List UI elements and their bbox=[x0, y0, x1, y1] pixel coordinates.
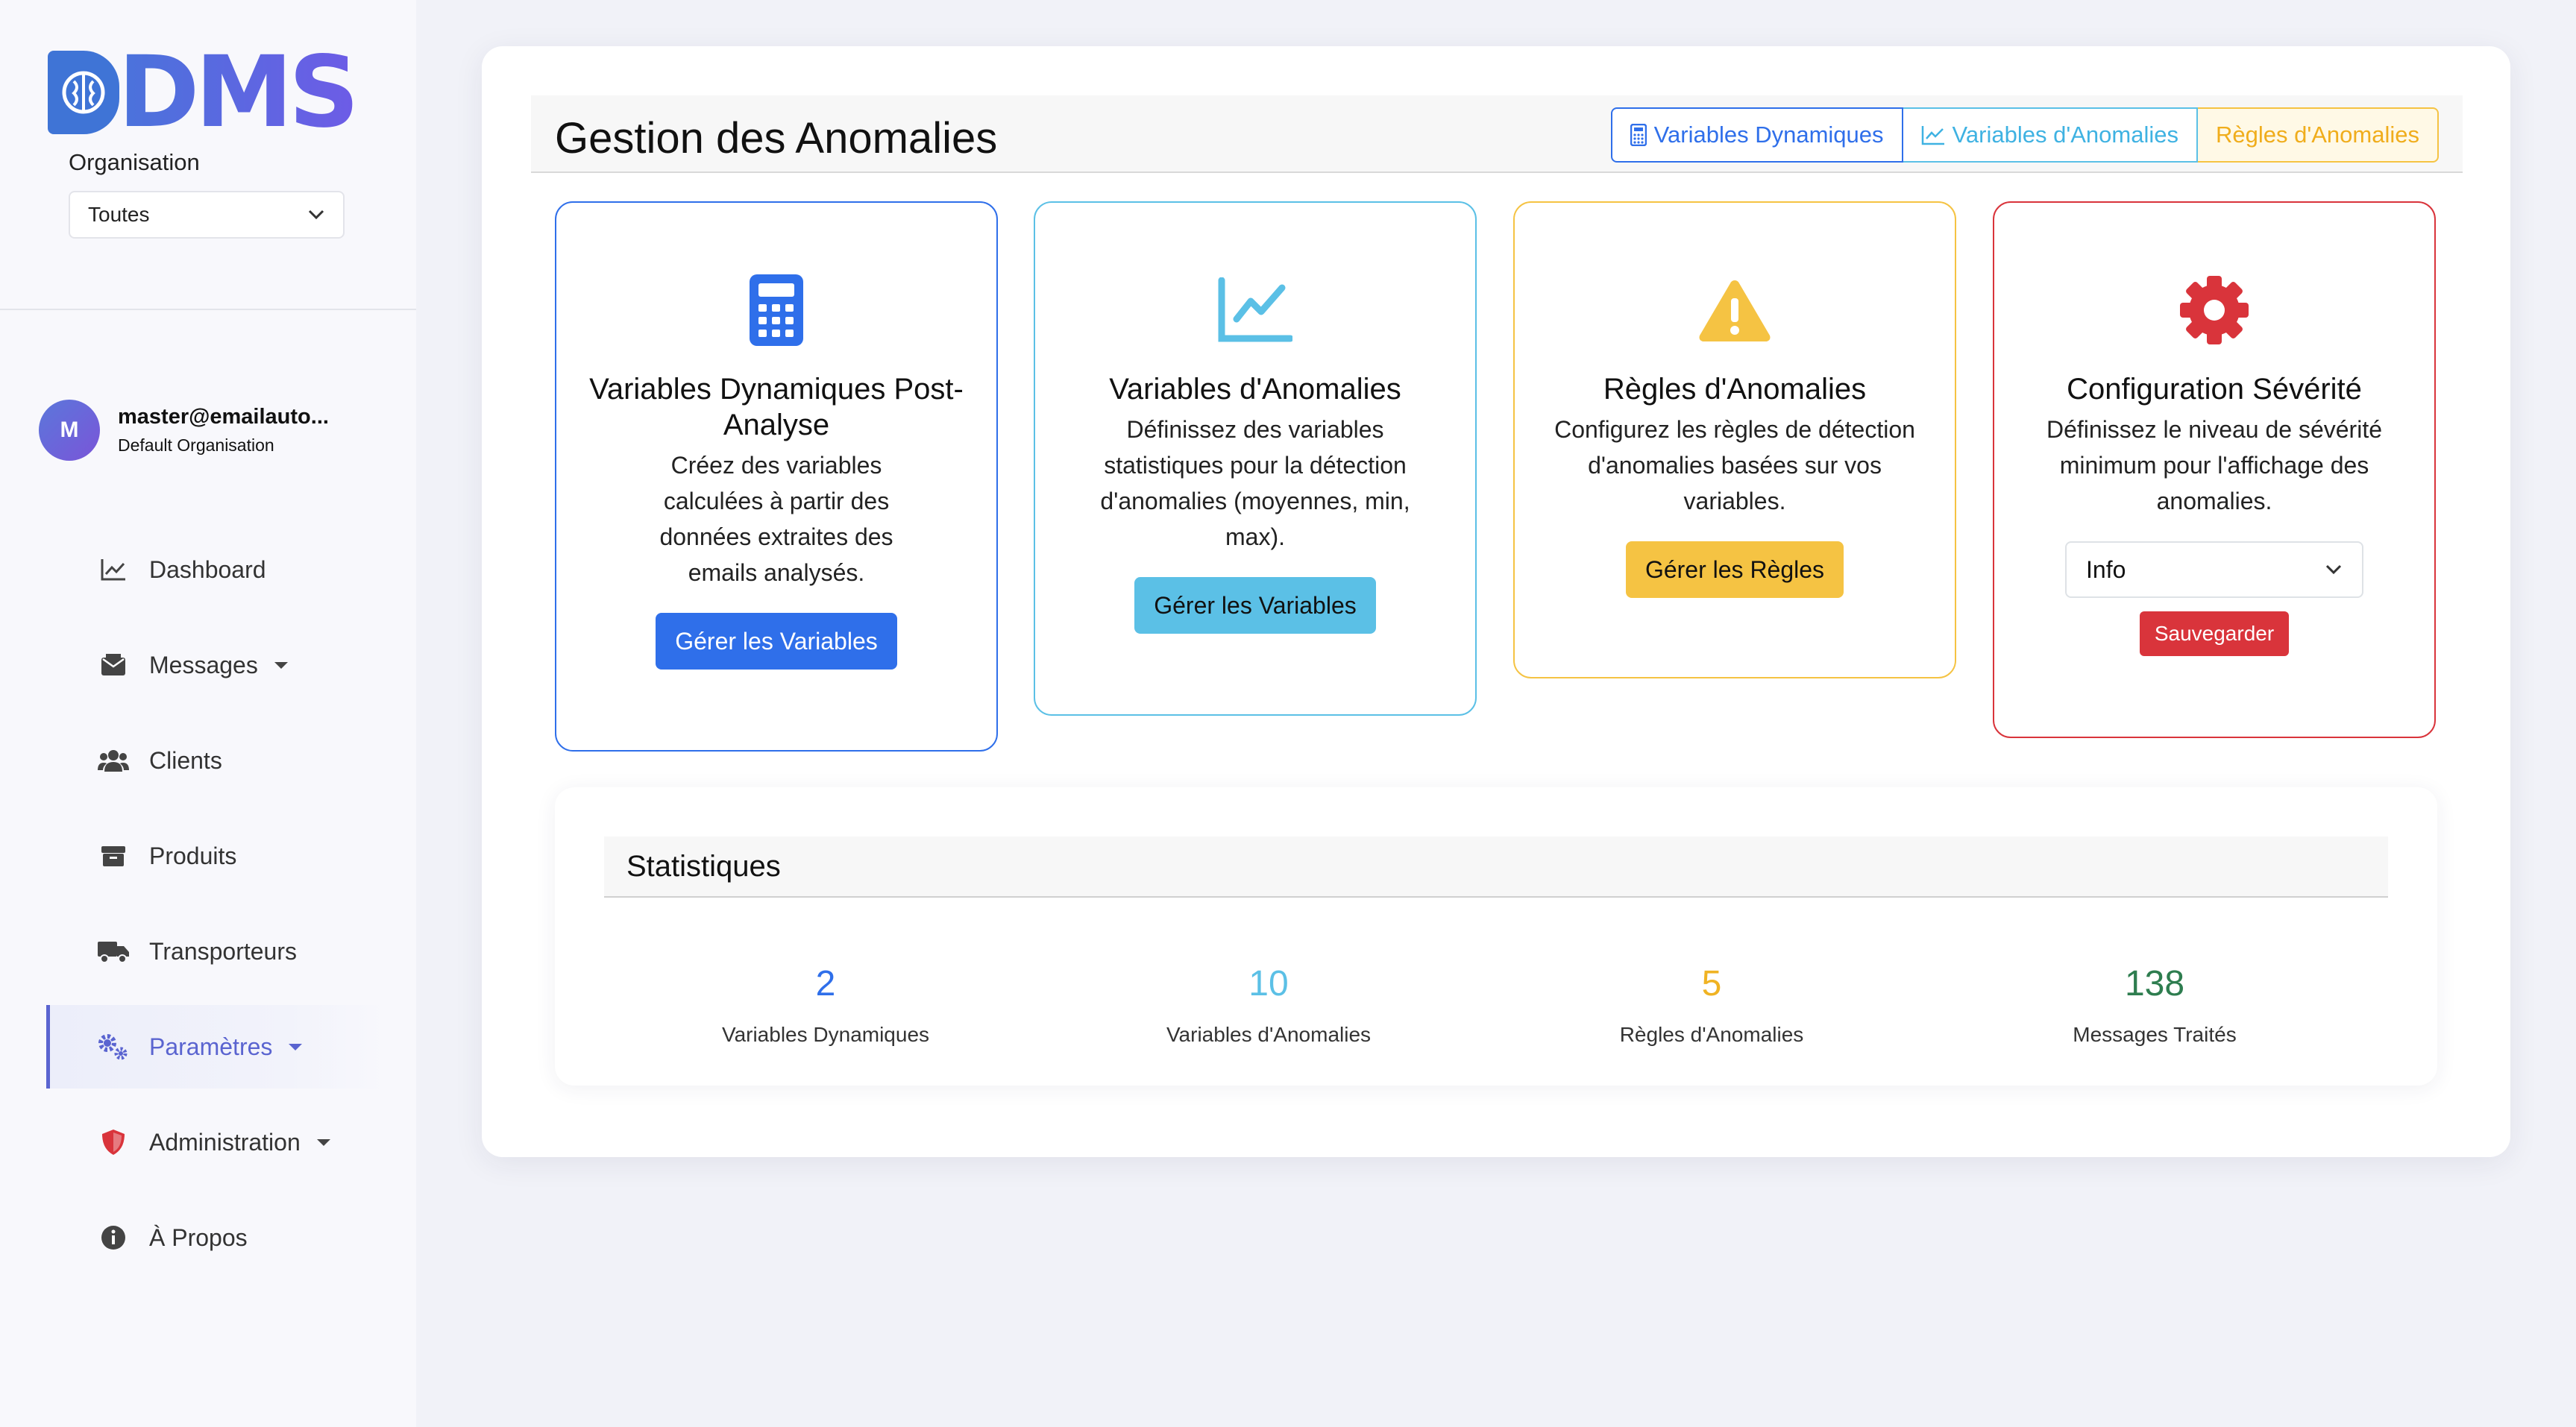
chevron-down-icon bbox=[308, 210, 324, 220]
sidebar-item-label: Produits bbox=[149, 842, 237, 869]
sidebar-item-label: Dashboard bbox=[149, 555, 266, 583]
user-profile[interactable]: M master@emailauto... Default Organisati… bbox=[39, 400, 329, 461]
card-regles-anomalies: Règles d'Anomalies Configurez les règles… bbox=[1513, 201, 1956, 678]
tab-group: Variables Dynamiques Variables d'Anomali… bbox=[1610, 107, 2439, 163]
sidebar-item-messages[interactable]: Messages bbox=[46, 623, 389, 707]
cog-icon bbox=[2178, 273, 2250, 347]
tab-variables-anomalies[interactable]: Variables d'Anomalies bbox=[1903, 107, 2198, 163]
card-title: Variables d'Anomalies bbox=[1109, 373, 1401, 406]
tab-label: Règles d'Anomalies bbox=[2215, 122, 2419, 148]
avatar: M bbox=[39, 400, 100, 461]
info-circle-icon bbox=[97, 1221, 130, 1254]
card-title: Variables Dynamiques Post-Analyse bbox=[589, 373, 964, 441]
sidebar-item-label: Paramètres bbox=[149, 1033, 273, 1060]
sidebar-item-parametres[interactable]: Paramètres bbox=[46, 1005, 389, 1089]
sidebar-item-dashboard[interactable]: Dashboard bbox=[46, 528, 389, 611]
sidebar-item-clients[interactable]: Clients bbox=[46, 719, 389, 802]
stat-label: Messages Traités bbox=[2073, 1023, 2237, 1046]
card-description: Définissez des variables statistiques po… bbox=[1100, 416, 1410, 550]
tab-label: Variables Dynamiques bbox=[1653, 122, 1884, 148]
severity-select-value: Info bbox=[2086, 555, 2126, 583]
chart-line-icon bbox=[97, 553, 130, 586]
organisation-label: Organisation bbox=[69, 149, 200, 175]
caret-down-icon bbox=[274, 661, 288, 669]
stat-value: 10 bbox=[1248, 964, 1289, 1004]
sidebar-item-label: Administration bbox=[149, 1128, 301, 1156]
card-configuration-severite: Configuration Sévérité Définissez le niv… bbox=[1993, 201, 2436, 738]
page-title: Gestion des Anomalies bbox=[555, 114, 998, 163]
sidebar-item-label: Messages bbox=[149, 651, 258, 678]
stat-value: 2 bbox=[815, 964, 836, 1004]
card-title: Règles d'Anomalies bbox=[1603, 373, 1867, 406]
tab-regles-anomalies[interactable]: Règles d'Anomalies bbox=[2197, 107, 2439, 163]
card-variables-dynamiques: Variables Dynamiques Post-Analyse Créez … bbox=[555, 201, 998, 752]
warning-icon bbox=[1697, 273, 1772, 347]
stat-messages-traites: 138 Messages Traités bbox=[1933, 966, 2376, 1047]
sidebar-item-label: Transporteurs bbox=[149, 937, 297, 965]
stat-label: Règles d'Anomalies bbox=[1619, 1023, 1804, 1046]
caret-down-icon bbox=[316, 1138, 330, 1146]
sidebar-item-label: À Propos bbox=[149, 1223, 248, 1251]
main-panel: Gestion des Anomalies Variables Dynamiqu… bbox=[482, 46, 2510, 1157]
chart-line-icon bbox=[1921, 126, 1944, 145]
organisation-select[interactable]: Toutes bbox=[69, 191, 345, 239]
user-email: master@emailauto... bbox=[118, 405, 329, 429]
calculator-icon bbox=[750, 273, 803, 347]
cogs-icon bbox=[97, 1030, 130, 1063]
card-description: Définissez le niveau de sévérité minimum… bbox=[2046, 416, 2382, 514]
box-icon bbox=[97, 839, 130, 872]
card-title: Configuration Sévérité bbox=[2067, 373, 2362, 406]
app-logo[interactable]: DMS bbox=[48, 35, 359, 150]
statistics-header: Statistiques bbox=[604, 837, 2388, 898]
manage-rules-button[interactable]: Gérer les Règles bbox=[1625, 541, 1844, 598]
sidebar-item-label: Clients bbox=[149, 746, 222, 774]
brain-icon bbox=[48, 51, 119, 134]
truck-icon bbox=[97, 935, 130, 968]
calculator-icon bbox=[1630, 124, 1647, 146]
stat-label: Variables Dynamiques bbox=[721, 1023, 930, 1046]
statistics-card: Statistiques 2 Variables Dynamiques 10 V… bbox=[555, 787, 2437, 1086]
statistics-title: Statistiques bbox=[626, 850, 781, 883]
stat-value: 138 bbox=[2124, 964, 2185, 1004]
manage-variables-button[interactable]: Gérer les Variables bbox=[656, 613, 897, 670]
card-description: Créez des variables calculées à partir d… bbox=[659, 452, 893, 586]
stat-label: Variables d'Anomalies bbox=[1166, 1023, 1372, 1046]
shield-icon bbox=[97, 1126, 130, 1159]
users-icon bbox=[97, 744, 130, 777]
logo-text: DMS bbox=[118, 35, 359, 150]
card-description: Configurez les règles de détection d'ano… bbox=[1554, 416, 1915, 514]
stat-variables-anomalies: 10 Variables d'Anomalies bbox=[1047, 966, 1490, 1047]
sidebar: DMS Organisation Toutes M master@emailau… bbox=[0, 0, 416, 1427]
sidebar-item-transporteurs[interactable]: Transporteurs bbox=[46, 910, 389, 993]
severity-select[interactable]: Info bbox=[2065, 541, 2363, 598]
sidebar-item-administration[interactable]: Administration bbox=[46, 1100, 389, 1184]
sidebar-item-produits[interactable]: Produits bbox=[46, 814, 389, 898]
organisation-select-value: Toutes bbox=[88, 203, 150, 226]
stat-variables-dynamiques: 2 Variables Dynamiques bbox=[604, 966, 1047, 1047]
tab-variables-dynamiques[interactable]: Variables Dynamiques bbox=[1610, 107, 1903, 163]
page-header: Gestion des Anomalies Variables Dynamiqu… bbox=[531, 95, 2463, 173]
sidebar-divider bbox=[0, 309, 416, 310]
stat-value: 5 bbox=[1701, 964, 1722, 1004]
sidebar-item-a-propos[interactable]: À Propos bbox=[46, 1196, 389, 1279]
envelope-icon bbox=[97, 649, 130, 681]
tab-label: Variables d'Anomalies bbox=[1952, 122, 2178, 148]
stat-regles-anomalies: 5 Règles d'Anomalies bbox=[1490, 966, 1933, 1047]
card-variables-anomalies: Variables d'Anomalies Définissez des var… bbox=[1034, 201, 1477, 716]
user-organisation: Default Organisation bbox=[118, 435, 274, 455]
chart-line-icon bbox=[1218, 273, 1292, 347]
chevron-down-icon bbox=[2325, 564, 2342, 575]
caret-down-icon bbox=[289, 1043, 303, 1050]
manage-variables-button[interactable]: Gérer les Variables bbox=[1134, 577, 1376, 634]
save-button[interactable]: Sauvegarder bbox=[2139, 611, 2290, 656]
